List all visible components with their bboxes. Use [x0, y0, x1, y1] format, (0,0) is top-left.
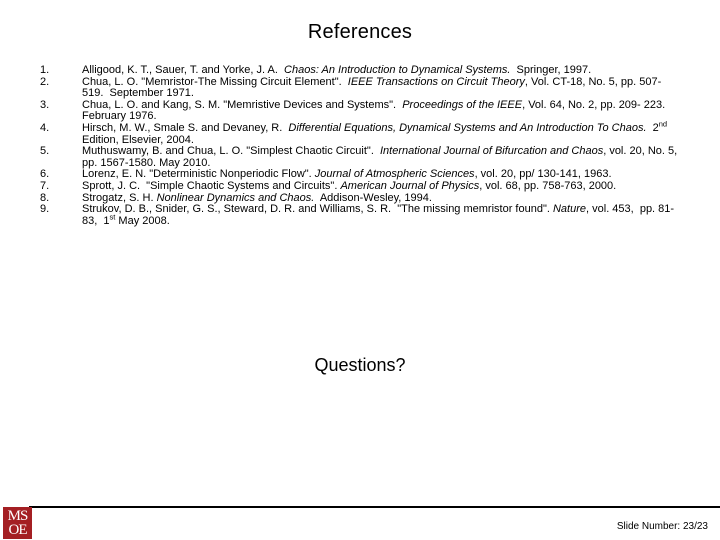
- reference-text: Hirsch, M. W., Smale S. and Devaney, R. …: [82, 119, 668, 146]
- page-title: References: [307, 21, 413, 43]
- reference-number: 4.: [40, 121, 50, 134]
- reference-number: 1.: [40, 64, 50, 76]
- reference-item: 9. Strukov, D. B., Snider, G. S., Steward…: [40, 203, 685, 227]
- questions-text: Questions?: [314, 355, 406, 375]
- reference-item: 4. Hirsch, M. W., Smale S. and Devaney, R…: [40, 119, 685, 146]
- reference-text: Chua, L. O. and Kang, S. M. "Memristive …: [82, 98, 669, 123]
- reference-text: Strukov, D. B., Snider, G. S., Steward, …: [82, 203, 675, 227]
- reference-text: Chua, L. O. "Memristor-The Missing Circu…: [82, 75, 662, 100]
- slide-number: Slide Number: 23/23: [616, 521, 708, 532]
- reference-text: Muthuswamy, B. and Chua, L. O. "Simplest…: [82, 145, 678, 169]
- reference-number: 9.: [40, 203, 50, 216]
- reference-number: 3.: [40, 98, 50, 111]
- reference-number: 2.: [40, 75, 50, 88]
- reference-item: 5. Muthuswamy, B. and Chua, L. O. "Simple…: [40, 145, 685, 169]
- msoe-logo-line-2: OE: [8, 522, 28, 538]
- msoe-logo-line-1: MS: [7, 508, 29, 524]
- reference-item: 2. Chua, L. O. "Memristor-The Missing Cir…: [40, 75, 685, 100]
- msoe-logo: MS OE: [3, 507, 32, 539]
- footer-divider: [29, 506, 720, 508]
- references-list: 1. Alligood, K. T., Sauer, T. and Yorke, …: [40, 64, 685, 227]
- reference-item: 7. Sprott, J. C. "Simple Chaotic Systems …: [40, 179, 685, 193]
- reference-item: 3. Chua, L. O. and Kang, S. M. "Memristiv…: [40, 98, 685, 123]
- reference-number: 5.: [40, 145, 50, 158]
- reference-number: 7.: [40, 179, 50, 192]
